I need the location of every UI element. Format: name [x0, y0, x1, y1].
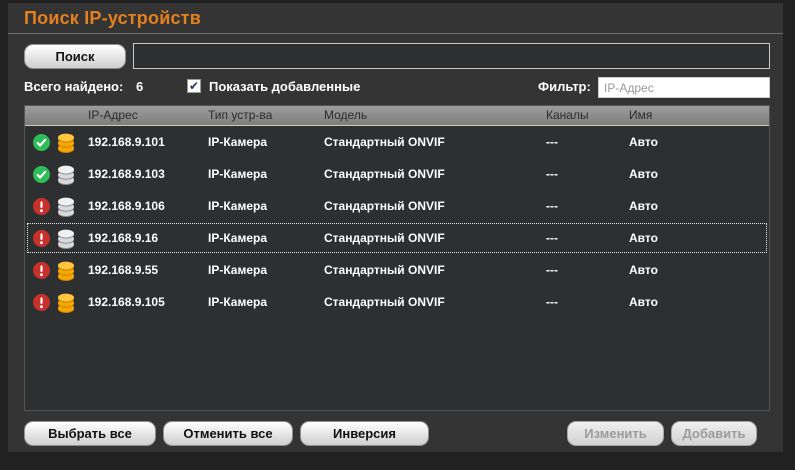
device-name: Авто	[629, 126, 658, 158]
column-header-name: Имя	[629, 106, 652, 125]
device-name: Авто	[629, 190, 658, 222]
device-type: IP-Камера	[208, 190, 267, 222]
device-model: Стандартный ONVIF	[324, 190, 445, 222]
title-separator	[8, 33, 783, 34]
device-ip: 192.168.9.16	[88, 222, 158, 254]
device-ip: 192.168.9.103	[88, 158, 165, 190]
device-model: Стандартный ONVIF	[324, 222, 445, 254]
footer-toolbar: Выбрать все Отменить все Инверсия Измени…	[8, 421, 783, 449]
device-channels: ---	[546, 254, 558, 286]
device-table-header: IP-Адрес Тип устр-ва Модель Каналы Имя	[25, 106, 769, 126]
show-added-label: Показать добавленные	[209, 79, 360, 94]
filter-input[interactable]	[598, 77, 770, 98]
table-row[interactable]: 192.168.9.106 IP-Камера Стандартный ONVIF -…	[26, 190, 768, 222]
ip-device-search-dialog: Поиск IP-устройств Поиск Всего найдено: …	[8, 3, 783, 452]
table-row[interactable]: 192.168.9.105 IP-Камера Стандартный ONVIF -…	[26, 286, 768, 318]
device-db-gold-icon	[56, 126, 76, 158]
add-button[interactable]: Добавить	[671, 421, 757, 446]
device-name: Авто	[629, 286, 658, 318]
device-name: Авто	[629, 222, 658, 254]
table-row[interactable]: 192.168.9.101 IP-Камера Стандартный ONVIF -…	[26, 126, 768, 158]
device-db-silver-icon	[56, 158, 76, 190]
invert-button[interactable]: Инверсия	[300, 421, 429, 446]
device-db-silver-icon	[56, 190, 76, 222]
device-channels: ---	[546, 126, 558, 158]
status-ok-icon	[33, 158, 50, 190]
column-header-channels: Каналы	[546, 106, 589, 125]
device-channels: ---	[546, 222, 558, 254]
device-ip: 192.168.9.105	[88, 286, 165, 318]
status-ok-icon	[33, 126, 50, 158]
device-db-gold-icon	[56, 254, 76, 286]
device-type: IP-Камера	[208, 126, 267, 158]
device-name: Авто	[629, 254, 658, 286]
device-ip: 192.168.9.55	[88, 254, 158, 286]
device-table-body: 192.168.9.101 IP-Камера Стандартный ONVIF -…	[25, 126, 769, 410]
device-channels: ---	[546, 286, 558, 318]
device-model: Стандартный ONVIF	[324, 126, 445, 158]
device-type: IP-Камера	[208, 286, 267, 318]
filter-label: Фильтр:	[538, 79, 591, 94]
show-added-checkbox[interactable]: ✔	[187, 79, 201, 93]
device-table: IP-Адрес Тип устр-ва Модель Каналы Имя 1…	[24, 105, 770, 411]
device-name: Авто	[629, 158, 658, 190]
device-type: IP-Камера	[208, 222, 267, 254]
device-db-gold-icon	[56, 286, 76, 318]
column-header-type: Тип устр-ва	[208, 106, 272, 125]
checkmark-icon: ✔	[189, 80, 199, 92]
column-header-model: Модель	[324, 106, 367, 125]
device-model: Стандартный ONVIF	[324, 254, 445, 286]
device-ip: 192.168.9.101	[88, 126, 165, 158]
device-db-silver-icon	[56, 222, 76, 254]
device-type: IP-Камера	[208, 158, 267, 190]
search-input[interactable]	[133, 43, 770, 69]
device-model: Стандартный ONVIF	[324, 158, 445, 190]
dialog-title: Поиск IP-устройств	[24, 8, 201, 29]
device-channels: ---	[546, 158, 558, 190]
table-row[interactable]: 192.168.9.16 IP-Камера Стандартный ONVIF --…	[26, 222, 768, 254]
status-warning-icon	[33, 254, 50, 286]
found-label: Всего найдено:	[24, 79, 123, 94]
summary-row: Всего найдено: 6 ✔ Показать добавленные …	[8, 75, 783, 99]
table-row[interactable]: 192.168.9.103 IP-Камера Стандартный ONVIF -…	[26, 158, 768, 190]
status-warning-icon	[33, 222, 50, 254]
device-ip: 192.168.9.106	[88, 190, 165, 222]
table-row[interactable]: 192.168.9.55 IP-Камера Стандартный ONVIF --…	[26, 254, 768, 286]
device-channels: ---	[546, 190, 558, 222]
edit-button[interactable]: Изменить	[567, 421, 664, 446]
status-warning-icon	[33, 286, 50, 318]
column-header-ip: IP-Адрес	[88, 106, 138, 125]
device-model: Стандартный ONVIF	[324, 286, 445, 318]
search-button[interactable]: Поиск	[24, 44, 126, 69]
status-warning-icon	[33, 190, 50, 222]
select-all-button[interactable]: Выбрать все	[24, 421, 156, 446]
device-type: IP-Камера	[208, 254, 267, 286]
deselect-all-button[interactable]: Отменить все	[163, 421, 293, 446]
found-count: 6	[136, 79, 143, 94]
